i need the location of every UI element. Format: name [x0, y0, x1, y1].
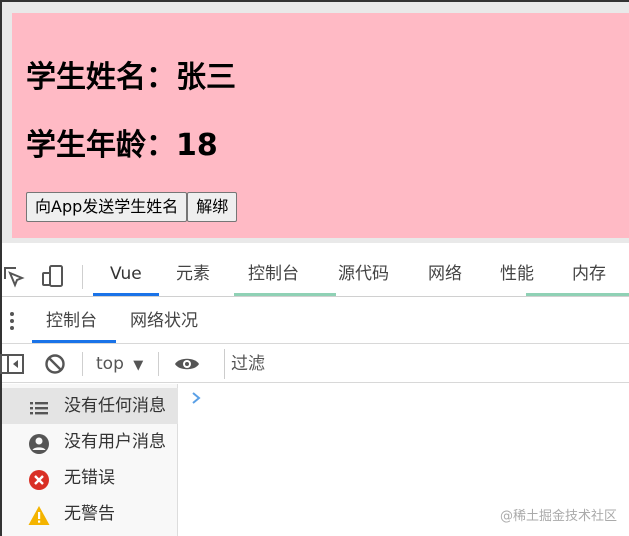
context-select[interactable]: top ▼: [96, 345, 143, 383]
device-toolbar-icon[interactable]: [40, 263, 66, 289]
active-tab-indicator: [93, 293, 159, 296]
tab-elements[interactable]: 元素: [176, 251, 210, 297]
chevron-down-icon: ▼: [133, 358, 144, 373]
toolbar-separator: [82, 352, 83, 376]
tab-memory[interactable]: 内存: [572, 251, 606, 297]
devtools-panel: Vue 元素 控制台 源代码 网络 性能 内存 控制台 网络状况 top ▼ 过…: [0, 243, 629, 536]
toolbar-separator: [158, 352, 159, 376]
tab-sources[interactable]: 源代码: [338, 251, 389, 297]
sidebar-item-warnings[interactable]: 无警告: [2, 496, 178, 532]
tab-performance[interactable]: 性能: [500, 251, 534, 297]
console-toolbar: top ▼: [0, 345, 629, 383]
drawer-tab-console[interactable]: 控制台: [46, 298, 97, 344]
tab-separator: [82, 265, 83, 289]
send-name-to-app-button[interactable]: 向App发送学生姓名: [26, 192, 188, 222]
drawer-tabs: 控制台 网络状况: [2, 298, 629, 344]
student-name-heading: 学生姓名：张三: [26, 60, 236, 95]
sidebar-item-label: 没有任何消息: [64, 396, 166, 416]
drawer-tab-network-conditions[interactable]: 网络状况: [130, 298, 198, 344]
clear-console-icon[interactable]: [44, 353, 66, 379]
more-options-icon[interactable]: [8, 310, 16, 332]
warning-icon: [28, 504, 50, 526]
list-icon: [28, 396, 50, 418]
tab-network[interactable]: 网络: [428, 251, 462, 297]
sidebar-item-all-messages[interactable]: 没有任何消息: [2, 388, 178, 424]
student-card: 学生姓名：张三 学生年龄：18 向App发送学生姓名 解绑: [12, 13, 629, 238]
console-body: 没有任何消息 没有用户消息 无错误 无警告 @稀土掘金技术社区: [2, 384, 629, 536]
filter-input[interactable]: [224, 349, 629, 379]
live-expression-eye-icon[interactable]: [174, 355, 200, 377]
student-age-heading: 学生年龄：18: [26, 128, 218, 163]
sidebar-item-label: 没有用户消息: [64, 432, 166, 452]
sidebar-toggle-icon[interactable]: [0, 354, 24, 378]
user-icon: [28, 432, 50, 454]
context-select-value: top: [96, 354, 124, 374]
console-tab-highlight: [234, 293, 336, 296]
devtools-main-tabs: Vue 元素 控制台 源代码 网络 性能 内存: [2, 251, 629, 297]
sidebar-item-user-messages[interactable]: 没有用户消息: [2, 424, 178, 460]
page-viewport: 学生姓名：张三 学生年龄：18 向App发送学生姓名 解绑: [0, 0, 629, 243]
error-icon: [28, 468, 50, 490]
memory-tab-highlight: [526, 293, 629, 296]
sidebar-item-label: 无警告: [64, 504, 115, 524]
inspect-element-icon[interactable]: [0, 263, 26, 289]
unbind-button[interactable]: 解绑: [187, 192, 238, 222]
console-sidebar: 没有任何消息 没有用户消息 无错误 无警告: [2, 384, 178, 536]
tab-vue[interactable]: Vue: [110, 251, 142, 297]
sidebar-item-errors[interactable]: 无错误: [2, 460, 178, 496]
active-drawer-tab-indicator: [32, 340, 116, 343]
button-row: 向App发送学生姓名 解绑: [26, 192, 238, 222]
console-prompt-chevron-icon[interactable]: [190, 390, 204, 406]
watermark: @稀土掘金技术社区: [499, 509, 617, 524]
tab-console[interactable]: 控制台: [248, 251, 299, 297]
sidebar-item-label: 无错误: [64, 468, 115, 488]
